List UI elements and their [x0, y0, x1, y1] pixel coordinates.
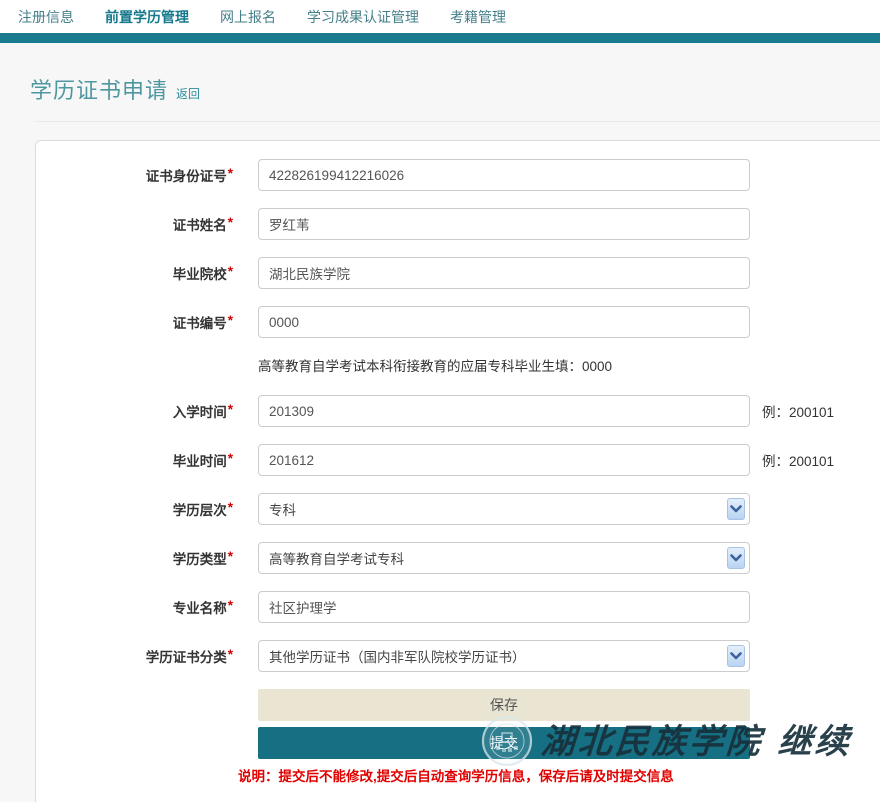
major-name-input[interactable] — [258, 591, 750, 623]
page-title: 学历证书申请 — [30, 73, 168, 105]
graduate-date-input[interactable] — [258, 444, 750, 476]
header-divider — [35, 121, 880, 122]
cert-category-select[interactable]: 其他学历证书（国内非军队院校学历证书） — [258, 640, 750, 672]
major-name-row: 专业名称* — [36, 591, 880, 623]
cert-number-row: 证书编号* — [36, 306, 880, 338]
graduate-school-row: 毕业院校* — [36, 257, 880, 289]
cert-category-selected-value: 其他学历证书（国内非军队院校学历证书） — [269, 646, 526, 666]
submit-button-wrap: 提交 — [258, 727, 750, 759]
cert-category-label: 学历证书分类* — [36, 646, 233, 666]
nav-tab-4[interactable]: 学习成果认证管理 — [307, 7, 419, 27]
required-asterisk: * — [228, 166, 233, 181]
education-type-selected-value: 高等教育自学考试专科 — [269, 548, 404, 568]
cert-name-input[interactable] — [258, 208, 750, 240]
required-asterisk: * — [228, 313, 233, 328]
major-name-label: 专业名称* — [36, 597, 233, 617]
required-asterisk: * — [228, 451, 233, 466]
cert-id-number-row: 证书身份证号* — [36, 159, 880, 191]
cert-number-label: 证书编号* — [36, 312, 233, 332]
cert-number-input[interactable] — [258, 306, 750, 338]
save-button[interactable]: 保存 — [258, 689, 750, 721]
chevron-down-icon[interactable] — [727, 547, 745, 569]
nav-tab-2[interactable]: 前置学历管理 — [105, 7, 189, 27]
cert-id-number-label: 证书身份证号* — [36, 165, 233, 185]
cert-name-label: 证书姓名* — [36, 214, 233, 234]
graduate-date-example-hint: 例：200101 — [762, 450, 834, 470]
nav-tab-5[interactable]: 考籍管理 — [450, 7, 506, 27]
cert-number-helper-note: 高等教育自学考试本科衔接教育的应届专科毕业生填：0000 — [258, 355, 880, 375]
required-asterisk: * — [228, 500, 233, 515]
required-asterisk: * — [228, 647, 233, 662]
form-body: 证书身份证号* 证书姓名* 毕业院校* 证书编号* 高等教育自学考试本科衔接教育的应届专… — [36, 159, 880, 672]
education-level-row: 学历层次* 专科 — [36, 493, 880, 525]
graduate-school-label: 毕业院校* — [36, 263, 233, 283]
required-asterisk: * — [228, 402, 233, 417]
cert-name-row: 证书姓名* — [36, 208, 880, 240]
page-header: 学历证书申请 返回 — [30, 73, 880, 103]
nav-tab-3[interactable]: 网上报名 — [220, 7, 276, 27]
nav-tab-1[interactable]: 注册信息 — [18, 7, 74, 27]
enroll-date-row: 入学时间* 例：200101 — [36, 395, 880, 427]
enroll-date-label: 入学时间* — [36, 401, 233, 421]
cert-category-row: 学历证书分类* 其他学历证书（国内非军队院校学历证书） — [36, 640, 880, 672]
nav-accent-bar — [0, 33, 880, 43]
graduate-school-input[interactable] — [258, 257, 750, 289]
required-asterisk: * — [228, 264, 233, 279]
education-type-label: 学历类型* — [36, 548, 233, 568]
top-nav: 注册信息 前置学历管理 网上报名 学习成果认证管理 考籍管理 — [0, 0, 880, 33]
enroll-date-input[interactable] — [258, 395, 750, 427]
required-asterisk: * — [228, 215, 233, 230]
button-area: 保存 提交 — [258, 689, 750, 759]
chevron-down-icon[interactable] — [727, 645, 745, 667]
enroll-date-example-hint: 例：200101 — [762, 401, 834, 421]
form-panel: 证书身份证号* 证书姓名* 毕业院校* 证书编号* 高等教育自学考试本科衔接教育的应届专… — [35, 140, 880, 802]
chevron-down-icon[interactable] — [727, 498, 745, 520]
submission-note: 说明：提交后不能修改,提交后自动查询学历信息，保存后请及时提交信息 — [238, 765, 880, 785]
back-link[interactable]: 返回 — [176, 85, 200, 102]
education-type-select[interactable]: 高等教育自学考试专科 — [258, 542, 750, 574]
cert-id-number-input[interactable] — [258, 159, 750, 191]
education-level-selected-value: 专科 — [269, 499, 296, 519]
required-asterisk: * — [228, 549, 233, 564]
required-asterisk: * — [228, 598, 233, 613]
graduate-date-label: 毕业时间* — [36, 450, 233, 470]
submit-button[interactable]: 提交 — [258, 727, 750, 759]
education-type-row: 学历类型* 高等教育自学考试专科 — [36, 542, 880, 574]
education-level-label: 学历层次* — [36, 499, 233, 519]
education-level-select[interactable]: 专科 — [258, 493, 750, 525]
graduate-date-row: 毕业时间* 例：200101 — [36, 444, 880, 476]
